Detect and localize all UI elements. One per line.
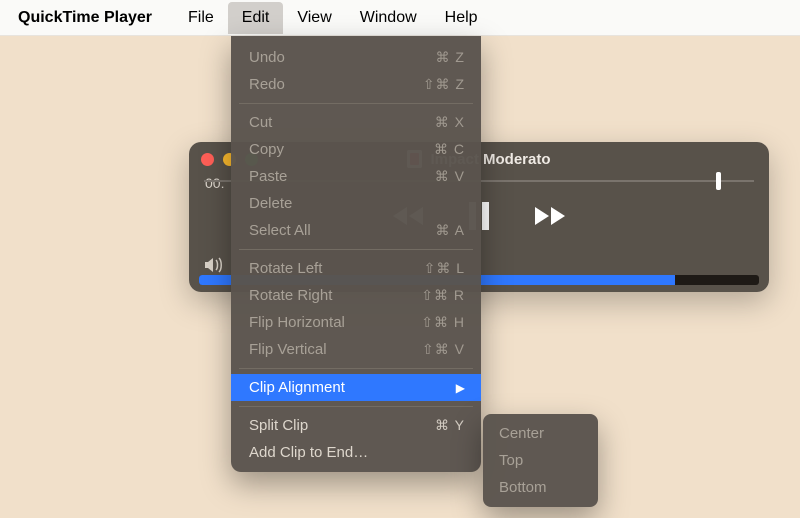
menu-item-shortcut: ⌘ C (434, 141, 465, 158)
menu-item-label: Delete (249, 195, 292, 212)
menu-item-redo: Redo ⇧⌘ Z (231, 71, 481, 98)
menubar: QuickTime Player File Edit View Window H… (0, 0, 800, 36)
menu-view[interactable]: View (283, 2, 345, 34)
menu-file[interactable]: File (174, 2, 228, 34)
menu-item-label: Rotate Right (249, 287, 332, 304)
menu-item-copy: Copy ⌘ C (231, 136, 481, 163)
menu-item-cut: Cut ⌘ X (231, 109, 481, 136)
menu-window[interactable]: Window (346, 2, 431, 34)
menu-item-rotate-left: Rotate Left ⇧⌘ L (231, 255, 481, 282)
menu-separator (239, 406, 473, 407)
submenu-item-top: Top (483, 447, 598, 474)
submenu-arrow-icon: ▶ (456, 381, 465, 395)
menu-item-label: Rotate Left (249, 260, 322, 277)
menu-item-undo: Undo ⌘ Z (231, 44, 481, 71)
menu-item-rotate-right: Rotate Right ⇧⌘ R (231, 282, 481, 309)
menu-item-shortcut: ⌘ Y (435, 417, 465, 434)
menu-item-shortcut: ⇧⌘ R (421, 287, 465, 304)
menu-edit[interactable]: Edit (228, 2, 284, 34)
submenu-item-center: Center (483, 420, 598, 447)
menu-item-label: Redo (249, 76, 285, 93)
menu-item-label: Split Clip (249, 417, 308, 434)
menu-item-paste: Paste ⌘ V (231, 163, 481, 190)
menu-separator (239, 249, 473, 250)
menu-item-add-clip-to-end[interactable]: Add Clip to End… (231, 439, 481, 466)
menu-help[interactable]: Help (431, 2, 492, 34)
menu-item-shortcut: ⌘ V (435, 168, 465, 185)
menu-item-flip-vertical: Flip Vertical ⇧⌘ V (231, 336, 481, 363)
volume-icon[interactable] (205, 257, 225, 273)
menu-item-shortcut: ⇧⌘ V (422, 341, 465, 358)
menu-item-delete: Delete (231, 190, 481, 217)
menu-item-split-clip[interactable]: Split Clip ⌘ Y (231, 412, 481, 439)
menu-item-select-all: Select All ⌘ A (231, 217, 481, 244)
clip-alignment-submenu: CenterTopBottom (483, 414, 598, 507)
app-name: QuickTime Player (18, 9, 152, 27)
menu-item-label: Paste (249, 168, 287, 185)
menu-item-label: Clip Alignment (249, 379, 345, 396)
menu-item-label: Flip Horizontal (249, 314, 345, 331)
menu-item-shortcut: ⌘ X (435, 114, 465, 131)
menu-item-label: Undo (249, 49, 285, 66)
menu-item-label: Add Clip to End… (249, 444, 368, 461)
menu-item-label: Copy (249, 141, 284, 158)
menu-item-shortcut: ⇧⌘ Z (423, 76, 465, 93)
menu-item-label: Select All (249, 222, 311, 239)
playhead[interactable] (716, 172, 721, 190)
menu-item-shortcut: ⌘ A (436, 222, 465, 239)
menu-separator (239, 103, 473, 104)
menu-separator (239, 368, 473, 369)
menu-item-shortcut: ⇧⌘ H (421, 314, 465, 331)
fast-forward-button[interactable] (533, 205, 567, 227)
submenu-item-bottom: Bottom (483, 474, 598, 501)
time-display: 00: (205, 175, 224, 191)
menu-item-shortcut: ⇧⌘ L (424, 260, 465, 277)
menu-item-shortcut: ⌘ Z (436, 49, 465, 66)
menu-item-clip-alignment[interactable]: Clip Alignment ▶ (231, 374, 481, 401)
menu-item-flip-horizontal: Flip Horizontal ⇧⌘ H (231, 309, 481, 336)
edit-menu-dropdown: Undo ⌘ Z Redo ⇧⌘ Z Cut ⌘ X Copy ⌘ C Paste ⌘ V Dele… (231, 36, 481, 472)
menu-item-label: Flip Vertical (249, 341, 327, 358)
menu-item-label: Cut (249, 114, 272, 131)
